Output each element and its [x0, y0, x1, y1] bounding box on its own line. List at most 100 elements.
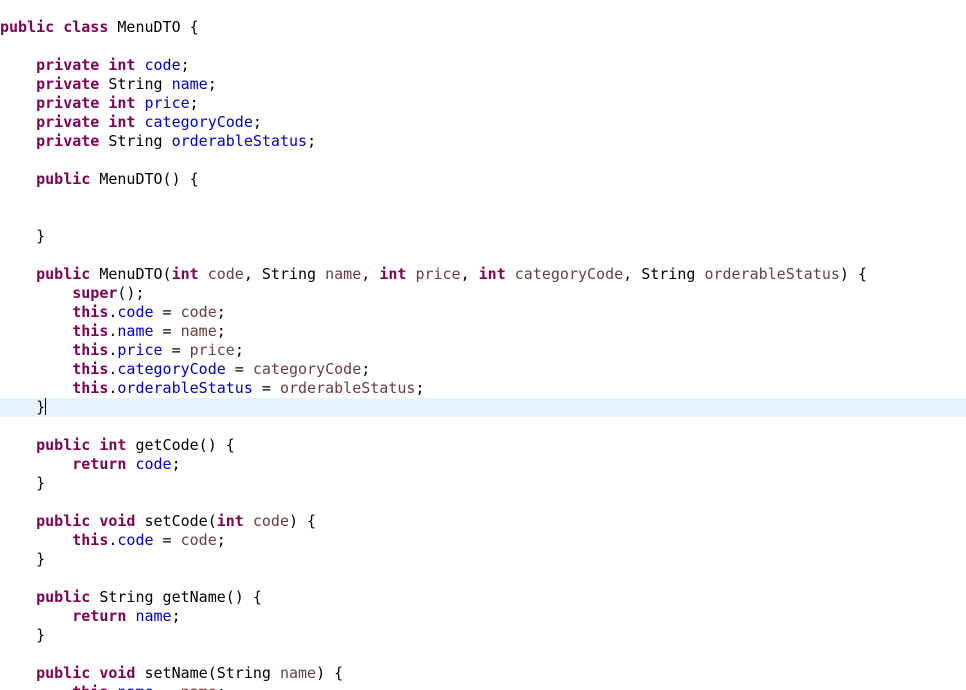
code-keyword: private	[36, 75, 100, 93]
code-line[interactable]: this.code = code;	[0, 303, 966, 322]
code-keyword: int	[108, 113, 136, 131]
code-line[interactable]: public void setCode(int code) {	[0, 512, 966, 531]
code-keyword: int	[108, 56, 136, 74]
code-line[interactable]: public String getName() {	[0, 588, 966, 607]
code-text: setCode(	[135, 512, 217, 530]
code-keyword: this	[72, 531, 109, 549]
code-line[interactable]: public MenuDTO() {	[0, 170, 966, 189]
code-parameter: categoryCode	[514, 265, 624, 283]
code-line[interactable]	[0, 645, 966, 664]
code-line[interactable]: return name;	[0, 607, 966, 626]
code-field: orderableStatus	[117, 379, 253, 397]
code-line[interactable]	[0, 208, 966, 227]
code-parameter: orderableStatus	[704, 265, 840, 283]
code-text: ;	[216, 322, 226, 340]
code-text: String	[99, 75, 172, 93]
code-line[interactable]	[0, 151, 966, 170]
code-keyword: private	[36, 113, 100, 131]
code-keyword: int	[99, 436, 127, 454]
code-keyword: int	[216, 512, 244, 530]
code-parameter: code	[252, 512, 289, 530]
code-line[interactable]: super();	[0, 284, 966, 303]
code-line[interactable]: private String orderableStatus;	[0, 132, 966, 151]
code-field: price	[117, 341, 163, 359]
code-line[interactable]	[0, 417, 966, 436]
code-line[interactable]: }	[0, 227, 966, 246]
code-keyword: this	[72, 341, 109, 359]
code-line[interactable]	[0, 246, 966, 265]
code-parameter: name	[181, 683, 217, 690]
code-keyword: private	[36, 56, 100, 74]
code-keyword: int	[379, 265, 407, 283]
code-line[interactable]	[0, 37, 966, 56]
code-text: =	[153, 531, 181, 549]
code-line[interactable]: this.categoryCode = categoryCode;	[0, 360, 966, 379]
code-line[interactable]: this.name = name;	[0, 322, 966, 341]
code-line[interactable]: this.price = price;	[0, 341, 966, 360]
code-keyword: public	[36, 588, 91, 606]
code-line[interactable]: private int price;	[0, 94, 966, 113]
code-line[interactable]: }	[0, 626, 966, 645]
code-keyword: return	[72, 607, 127, 625]
code-line[interactable]: this.orderableStatus = orderableStatus;	[0, 379, 966, 398]
code-text: , String	[243, 265, 326, 283]
code-text: , String	[623, 265, 705, 283]
code-line[interactable]: public int getCode() {	[0, 436, 966, 455]
code-line[interactable]: public MenuDTO(int code, String name, in…	[0, 265, 966, 284]
code-field: name	[117, 322, 154, 340]
code-keyword: private	[36, 132, 100, 150]
code-field: price	[144, 94, 190, 112]
code-line-current[interactable]: }	[0, 398, 966, 417]
code-field: name	[117, 683, 153, 690]
code-line[interactable]: return code;	[0, 455, 966, 474]
code-line[interactable]	[0, 569, 966, 588]
code-keyword: this	[72, 683, 108, 690]
code-text: =	[225, 360, 253, 378]
code-keyword: this	[72, 360, 109, 378]
code-line[interactable]	[0, 493, 966, 512]
code-line[interactable]: private int categoryCode;	[0, 113, 966, 132]
code-text: }	[0, 626, 46, 644]
code-line[interactable]: }	[0, 474, 966, 493]
code-text: }	[0, 474, 46, 492]
code-line[interactable]: private int code;	[0, 56, 966, 75]
code-text: ) {	[839, 265, 867, 283]
code-text: ) {	[289, 512, 317, 530]
code-line[interactable]: public class MenuDTO {	[0, 18, 966, 37]
code-keyword: public	[0, 18, 55, 36]
code-line[interactable]: this.name = name;	[0, 683, 966, 690]
code-parameter: orderableStatus	[279, 379, 416, 397]
code-line[interactable]: this.code = code;	[0, 531, 966, 550]
code-keyword: return	[72, 455, 127, 473]
code-text: ;	[217, 683, 226, 690]
code-text: MenuDTO {	[108, 18, 199, 36]
code-text: ;	[207, 75, 217, 93]
code-text: String	[99, 132, 172, 150]
code-editor[interactable]: public class MenuDTO { private int code;…	[0, 0, 966, 690]
code-text: }	[0, 550, 46, 568]
code-keyword: this	[72, 379, 109, 397]
code-parameter: price	[189, 341, 235, 359]
code-field: categoryCode	[117, 360, 226, 378]
code-text: =	[153, 322, 181, 340]
code-line[interactable]: private String name;	[0, 75, 966, 94]
code-line[interactable]: public void setName(String name) {	[0, 664, 966, 683]
code-line[interactable]: }	[0, 550, 966, 569]
code-text: ,	[361, 265, 380, 283]
code-line[interactable]	[0, 189, 966, 208]
code-text: ) {	[316, 664, 344, 682]
code-text: getCode() {	[126, 436, 235, 454]
